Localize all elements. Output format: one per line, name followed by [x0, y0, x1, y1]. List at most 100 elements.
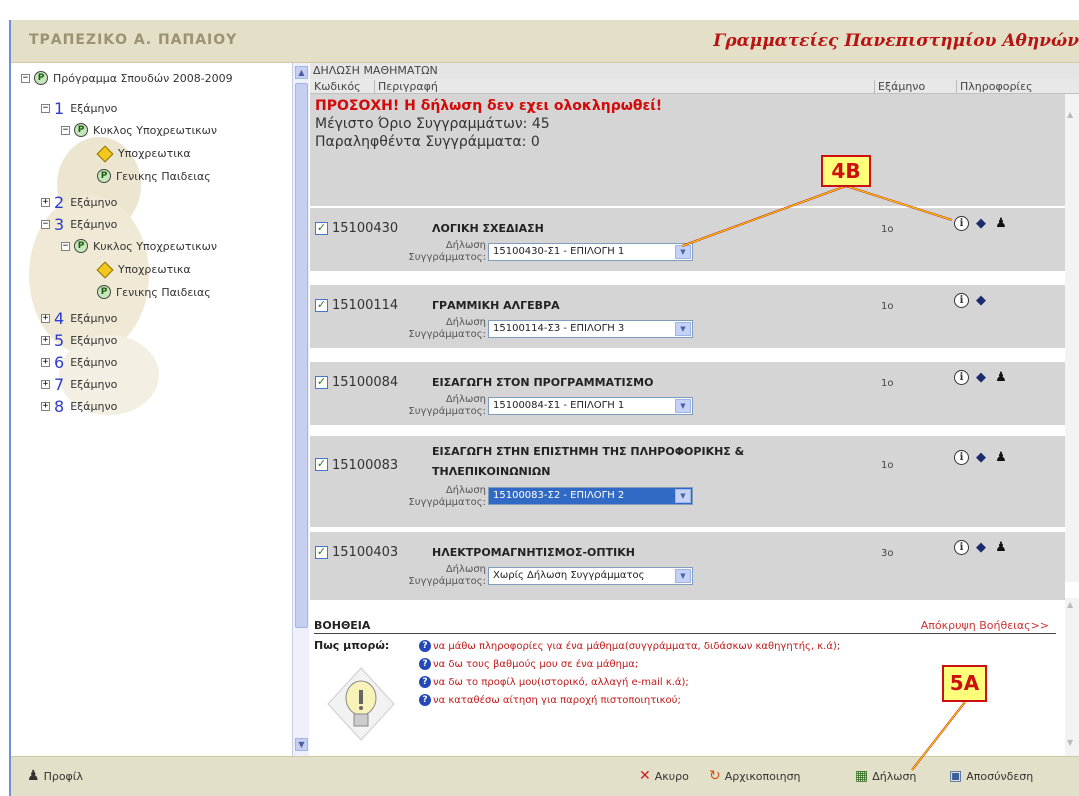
help-title: ΒΟΗΘΕΙΑ [314, 619, 371, 632]
course-checkbox[interactable]: ✓ [315, 458, 328, 471]
expand-icon[interactable]: + [41, 198, 50, 207]
course-checkbox[interactable]: ✓ [315, 222, 328, 235]
professor-icon[interactable]: ♟ [993, 370, 1009, 386]
book-select[interactable]: 15100430-Σ1 - ΕΠΙΛΟΓΗ 1 ▼ [488, 243, 693, 261]
collapse-icon[interactable]: − [41, 220, 50, 229]
tree-mandatory-3[interactable]: Υποχρεωτικα [96, 261, 191, 278]
course-row: ✓ 15100084 ΕΙΣΑΓΩΓΗ ΣΤΟΝ ΠΡΟΓΡΑΜΜΑΤΙΣΜΟ … [310, 360, 1065, 425]
course-checkbox[interactable]: ✓ [315, 546, 328, 559]
book-icon[interactable]: ◆ [973, 370, 989, 386]
column-headers: Κωδικός Περιγραφή Εξάμηνο Πληροφορίες [310, 79, 1079, 94]
professor-icon[interactable]: ♟ [993, 540, 1009, 556]
chevron-down-icon[interactable]: ▼ [675, 489, 691, 503]
collapse-icon[interactable]: − [61, 241, 70, 251]
chevron-down-icon[interactable]: ▼ [675, 569, 691, 583]
lightbulb-icon [327, 667, 395, 741]
help-link[interactable]: ? να δω το προφίλ μου(ιστορικό, αλλαγή e-… [419, 676, 689, 688]
tree-root[interactable]: − P Πρόγραμμα Σπουδών 2008-2009 [21, 71, 243, 85]
chevron-down-icon[interactable]: ▼ [675, 399, 691, 413]
tree-semester-1[interactable]: − 1 Εξάμηνο [41, 99, 117, 118]
scroll-up-icon[interactable]: ▲ [295, 66, 308, 79]
course-checkbox[interactable]: ✓ [315, 299, 328, 312]
help-icon: ? [419, 640, 431, 652]
tree-general-1[interactable]: P Γενικης Παιδειας [97, 169, 211, 183]
book-icon[interactable]: ◆ [973, 450, 989, 466]
tree-semester-6[interactable]: + 6 Εξάμηνο [41, 353, 117, 372]
info-icon[interactable]: i [954, 370, 969, 385]
help-icon: ? [419, 658, 431, 670]
course-row: ✓ 15100430 ΛΟΓΙΚΗ ΣΧΕΔΙΑΣΗ 1ο Δήλωση Συγγ… [310, 206, 1065, 271]
col-description: Περιγραφή [378, 80, 438, 93]
program-icon: P [97, 169, 111, 183]
content-scrollbar[interactable]: ▲ [1065, 94, 1079, 582]
annotation-5a: 5A [942, 665, 987, 702]
app-window: ΤΡΑΠΕΖΙΚΟ Α. ΠΑΠΑΙΟΥ Γραμματείες Πανεπισ… [0, 0, 1079, 796]
max-books-text: Μέγιστο Όριο Συγγραμμάτων: 45 [315, 116, 550, 132]
tree-mandatory-1[interactable]: Υποχρεωτικα [96, 145, 191, 162]
course-row: ✓ 15100114 ΓΡΑΜΜΙΚΗ ΑΛΓΕΒΡΑ 1ο Δήλωση Συγ… [310, 283, 1065, 348]
book-select[interactable]: 15100114-Σ3 - ΕΠΙΛΟΓΗ 3 ▼ [488, 320, 693, 338]
help-link[interactable]: ? να μάθω πληροφορίες για ένα μάθημα(συγγ… [419, 640, 840, 652]
help-link[interactable]: ? να καταθέσω αίτηση για παροχή πιστοποιη… [419, 694, 681, 706]
scroll-thumb[interactable] [295, 83, 308, 628]
panel-scrollbar[interactable]: ▲ ▼ [292, 63, 309, 756]
course-row: ✓ 15100083 ΕΙΣΑΓΩΓΗ ΣΤΗΝ ΕΠΙΣΤΗΜΗ ΤΗΣ ΠΛ… [310, 434, 1065, 527]
reset-button[interactable]: ↻ Αρχικοποιηση [709, 769, 801, 783]
collapse-icon[interactable]: − [41, 104, 50, 113]
tree-cycle-3[interactable]: − P Κυκλος Υποχρεωτικων [61, 239, 217, 253]
expand-icon[interactable]: + [41, 402, 50, 411]
expand-icon[interactable]: + [41, 358, 50, 367]
mandatory-icon [96, 261, 114, 278]
tree-semester-8[interactable]: + 8 Εξάμηνο [41, 397, 117, 416]
tree-semester-7[interactable]: + 7 Εξάμηνο [41, 375, 117, 394]
tree-semester-4[interactable]: + 4 Εξάμηνο [41, 309, 117, 328]
info-icon[interactable]: i [954, 540, 969, 555]
help-icon: ? [419, 694, 431, 706]
scroll-down-icon[interactable]: ▼ [295, 738, 308, 751]
tree-cycle-1[interactable]: − P Κυκλος Υποχρεωτικων [61, 123, 217, 137]
received-books-text: Παραληφθέντα Συγγράμματα: 0 [315, 134, 540, 150]
how-label: Πως μπορώ: [314, 639, 390, 652]
sidebar-tree-panel: − P Πρόγραμμα Σπουδών 2008-2009 − 1 Εξάμ… [11, 63, 292, 756]
help-icon: ? [419, 676, 431, 688]
mandatory-icon [96, 145, 114, 162]
help-divider [314, 633, 1056, 634]
book-icon[interactable]: ◆ [973, 540, 989, 556]
expand-icon[interactable]: + [41, 336, 50, 345]
collapse-icon[interactable]: − [21, 73, 30, 83]
course-row: ✓ 15100403 ΗΛΕΚΤΡΟΜΑΓΝΗΤΙΣΜΟΣ-ΟΠΤΙΚΗ 3ο … [310, 530, 1065, 600]
tree-semester-2[interactable]: + 2 Εξάμηνο [41, 193, 117, 212]
tree-semester-5[interactable]: + 5 Εξάμηνο [41, 331, 117, 350]
professor-icon[interactable]: ♟ [993, 216, 1009, 232]
book-select[interactable]: Χωρίς Δήλωση Συγγράμματος ▼ [488, 567, 693, 585]
book-icon[interactable]: ◆ [973, 216, 989, 232]
help-link[interactable]: ? να δω τους βαθμούς μου σε ένα μάθημα; [419, 658, 638, 670]
cancel-button[interactable]: ✕ Ακυρο [639, 769, 689, 783]
professor-icon[interactable]: ♟ [993, 450, 1009, 466]
expand-icon[interactable]: + [41, 314, 50, 323]
main-panel: ΔΗΛΩΣΗ ΜΑΘΗΜΑΤΩΝ Κωδικός Περιγραφή Εξάμη… [310, 63, 1079, 756]
tree-semester-3[interactable]: − 3 Εξάμηνο [41, 215, 117, 234]
tree-general-3[interactable]: P Γενικης Παιδειας [97, 285, 211, 299]
hide-help-link[interactable]: Απόκρυψη Βοήθειας>> [921, 619, 1049, 632]
course-checkbox[interactable]: ✓ [315, 376, 328, 389]
info-icon[interactable]: i [954, 450, 969, 465]
book-select[interactable]: 15100083-Σ2 - ΕΠΙΛΟΓΗ 2 ▼ [488, 487, 693, 505]
chevron-down-icon[interactable]: ▼ [675, 322, 691, 336]
refresh-icon: ↻ [709, 768, 721, 784]
help-scrollbar[interactable]: ▲ ▼ [1065, 598, 1079, 756]
profile-icon: ♟ [27, 768, 40, 784]
program-icon: P [34, 71, 48, 85]
declare-button[interactable]: ▦ Δήλωση [855, 769, 916, 783]
logout-button[interactable]: ▣ Αποσύνδεση [949, 769, 1033, 783]
close-icon: ✕ [639, 768, 651, 784]
chevron-down-icon[interactable]: ▼ [675, 245, 691, 259]
header-bar: ΤΡΑΠΕΖΙΚΟ Α. ΠΑΠΑΙΟΥ Γραμματείες Πανεπισ… [11, 20, 1079, 63]
book-icon[interactable]: ◆ [973, 293, 989, 309]
profile-button[interactable]: ♟ Προφίλ [27, 769, 83, 783]
book-select[interactable]: 15100084-Σ1 - ΕΠΙΛΟΓΗ 1 ▼ [488, 397, 693, 415]
info-icon[interactable]: i [954, 216, 969, 231]
info-icon[interactable]: i [954, 293, 969, 308]
expand-icon[interactable]: + [41, 380, 50, 389]
collapse-icon[interactable]: − [61, 125, 70, 135]
